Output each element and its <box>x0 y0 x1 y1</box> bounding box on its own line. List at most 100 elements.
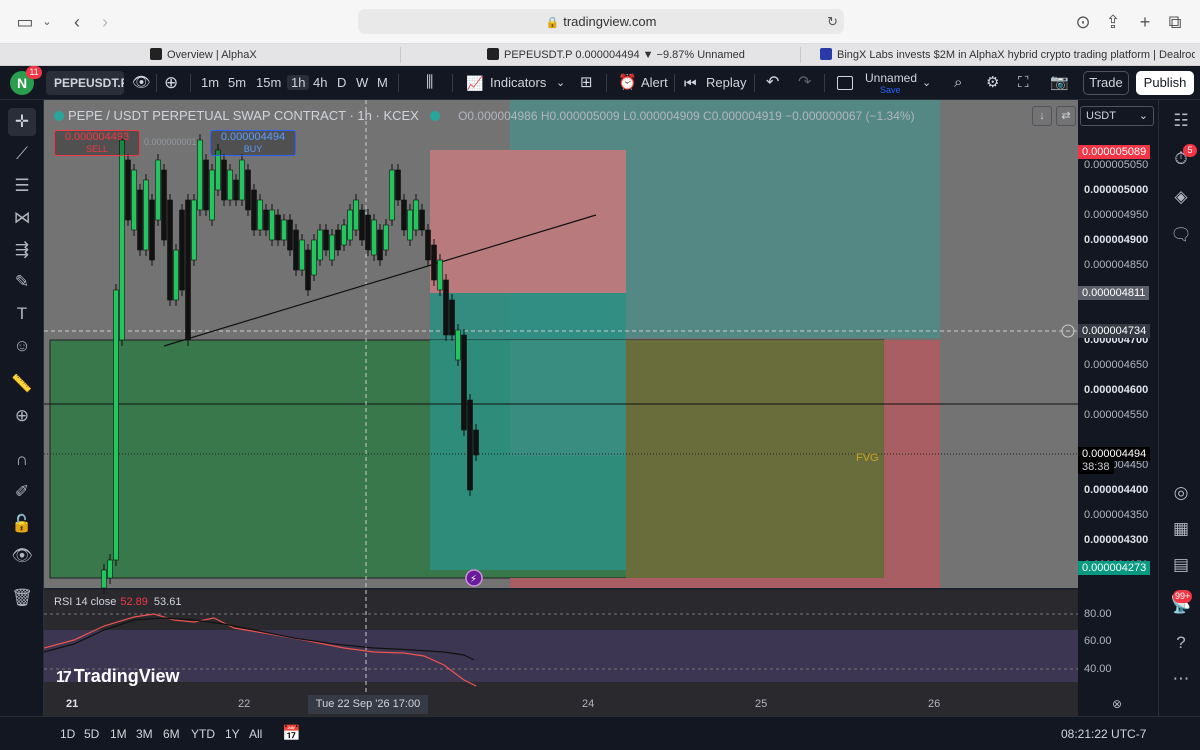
browser-tab-dealroom[interactable]: BingX Labs invests $2M in AlphaX hybrid … <box>820 44 1195 66</box>
date-range-icon[interactable]: 📅 <box>282 717 301 750</box>
price-axis-label: 0.000004300 <box>1084 534 1149 546</box>
divider <box>398 74 399 92</box>
brush-icon[interactable]: ✎ <box>8 268 36 296</box>
axis-settings-icon[interactable]: ⊗ <box>1112 697 1122 711</box>
layout-save-label[interactable]: Save <box>880 85 901 95</box>
crosshair-icon[interactable]: ✛ <box>8 108 36 136</box>
target-icon[interactable]: ◎ <box>1168 480 1194 506</box>
chevron-down-icon[interactable]: ⌄ <box>922 66 931 100</box>
symbol-search-button[interactable]: PEPEUSDT.P <box>46 71 124 95</box>
candles-icon[interactable]: ⫼ <box>426 66 433 100</box>
sell-button[interactable]: 0.000004493 SELL <box>54 130 140 156</box>
fib-retracement-icon[interactable]: ☰ <box>8 172 36 200</box>
candle-body <box>347 209 353 241</box>
price-axis-label: 0.000004350 <box>1084 509 1149 521</box>
interval-m[interactable]: M <box>377 66 388 100</box>
download-icon[interactable]: ⊙ <box>1070 9 1096 35</box>
trash-icon[interactable]: 🗑 <box>8 584 36 612</box>
chart-pane[interactable]: ⚡ PEPE / USDT PERPETUAL SWAP CONTRACT · … <box>44 100 1158 716</box>
currency-select[interactable]: USDT ⌄ <box>1080 106 1154 126</box>
stay-in-drawing-icon[interactable]: ✐ <box>8 478 36 506</box>
candle-body <box>113 289 119 561</box>
time-label-22: 22 <box>238 698 251 710</box>
address-bar[interactable]: 🔒 tradingview.com ↻ <box>358 9 844 34</box>
range-3m[interactable]: 3M <box>136 717 153 750</box>
trade-button[interactable]: Trade <box>1083 71 1129 95</box>
browser-tab-alphax[interactable]: Overview | AlphaX <box>150 44 390 66</box>
interval-1m[interactable]: 1m <box>201 66 219 100</box>
layout-icon[interactable] <box>837 76 853 90</box>
range-6m[interactable]: 6M <box>163 717 180 750</box>
help-icon[interactable]: ? <box>1168 630 1194 656</box>
trend-line-icon[interactable]: ⟋ <box>8 140 36 168</box>
candle-body <box>431 244 437 281</box>
interval-d[interactable]: D <box>337 66 346 100</box>
camera-icon[interactable]: 📷 <box>1050 66 1069 100</box>
layout-name[interactable]: Unnamed <box>865 71 917 85</box>
candle-body <box>101 569 107 589</box>
interval-4h[interactable]: 4h <box>313 66 327 100</box>
range-5d[interactable]: 5D <box>84 717 99 750</box>
calendar-icon[interactable]: ▦ <box>1168 516 1194 542</box>
layers-icon[interactable]: ◈ <box>1168 184 1194 210</box>
chevron-down-icon[interactable]: ⌄ <box>34 9 60 35</box>
back-icon[interactable]: ‹ <box>64 9 90 35</box>
forecasting-icon[interactable]: ⇶ <box>8 236 36 264</box>
indicators-button[interactable]: Indicators <box>490 66 546 100</box>
alarm-icon[interactable]: ⏰ <box>618 66 637 100</box>
menu-dots-icon[interactable]: ⋯ <box>1168 666 1194 692</box>
new-tab-icon[interactable]: + <box>1132 9 1158 35</box>
fullscreen-icon[interactable]: ⛶ <box>1018 66 1029 100</box>
scroll-down-icon[interactable]: ↓ <box>1032 106 1052 126</box>
hide-drawings-icon[interactable]: 👁 <box>8 542 36 570</box>
range-ytd[interactable]: YTD <box>191 717 215 750</box>
replay-icon[interactable]: ⏮ <box>684 66 697 100</box>
publish-button[interactable]: Publish <box>1136 71 1194 95</box>
rsi-legend[interactable]: RSI 14 close 52.89 53.61 <box>54 596 181 608</box>
range-1y[interactable]: 1Y <box>225 717 240 750</box>
interval-5m[interactable]: 5m <box>228 66 246 100</box>
lock-icon[interactable]: 🔓 <box>8 510 36 538</box>
buy-button[interactable]: 0.000004494 BUY <box>210 130 296 156</box>
zoom-in-icon[interactable]: ⊕ <box>8 402 36 430</box>
magnet-icon[interactable]: ∩ <box>8 446 36 474</box>
interval-15m[interactable]: 15m <box>256 66 281 100</box>
patterns-icon[interactable]: ⋈ <box>8 204 36 232</box>
alert-button[interactable]: Alert <box>641 66 668 100</box>
quick-search-icon[interactable]: ⌕ <box>954 66 962 100</box>
browser-tab-tradingview[interactable]: PEPEUSDT.P 0.000004494 ▼ −9.87% Unnamed <box>487 44 787 66</box>
text-tool-icon[interactable]: T <box>8 300 36 328</box>
rsi-axis-80: 80.00 <box>1084 608 1112 620</box>
templates-icon[interactable]: ⊞ <box>580 66 593 100</box>
replay-button[interactable]: Replay <box>706 66 746 100</box>
undo-icon[interactable]: ↶ <box>766 66 779 100</box>
watchlist-icon[interactable]: ☷ <box>1168 108 1194 134</box>
ruler-icon[interactable]: 📏 <box>8 370 36 398</box>
redo-icon[interactable]: ↷ <box>798 66 811 100</box>
range-all[interactable]: All <box>249 717 262 750</box>
sync-icon[interactable]: ⇄ <box>1056 106 1076 126</box>
symbol-title[interactable]: PEPE / USDT PERPETUAL SWAP CONTRACT · 1h… <box>68 108 419 123</box>
range-1m[interactable]: 1M <box>110 717 127 750</box>
tab-overview-icon[interactable]: ⧉ <box>1162 9 1188 35</box>
forward-icon[interactable]: › <box>92 9 118 35</box>
chevron-down-icon[interactable]: ⌄ <box>556 66 565 100</box>
chat-icon[interactable]: 🗨 <box>1168 222 1194 248</box>
interval-1h[interactable]: 1h <box>287 75 310 90</box>
compare-add-icon[interactable]: ⊕ <box>164 66 178 100</box>
range-1d[interactable]: 1D <box>60 717 75 750</box>
tab-title: Overview | AlphaX <box>167 49 257 61</box>
right-sidebar: ☷ ⏱ 5 ◈ 🗨 ◎ ▦ ▤ 📡 99+ ? ⋯ <box>1158 100 1200 716</box>
interval-w[interactable]: W <box>356 66 368 100</box>
emoji-icon[interactable]: ☺ <box>8 332 36 360</box>
price-axis-label: 0.000004950 <box>1084 209 1149 221</box>
candle-body <box>281 219 287 241</box>
notes-icon[interactable]: ▤ <box>1168 552 1194 578</box>
share-icon[interactable]: ⇪ <box>1100 9 1126 35</box>
settings-gear-icon[interactable]: ⚙ <box>986 66 999 100</box>
candle-body <box>329 234 335 261</box>
indicators-icon[interactable]: 📈 <box>466 66 483 100</box>
reload-icon[interactable]: ↻ <box>827 9 838 34</box>
clock[interactable]: 08:21:22 UTC-7 <box>1061 717 1146 750</box>
eye-icon[interactable]: 👁 <box>132 66 151 100</box>
